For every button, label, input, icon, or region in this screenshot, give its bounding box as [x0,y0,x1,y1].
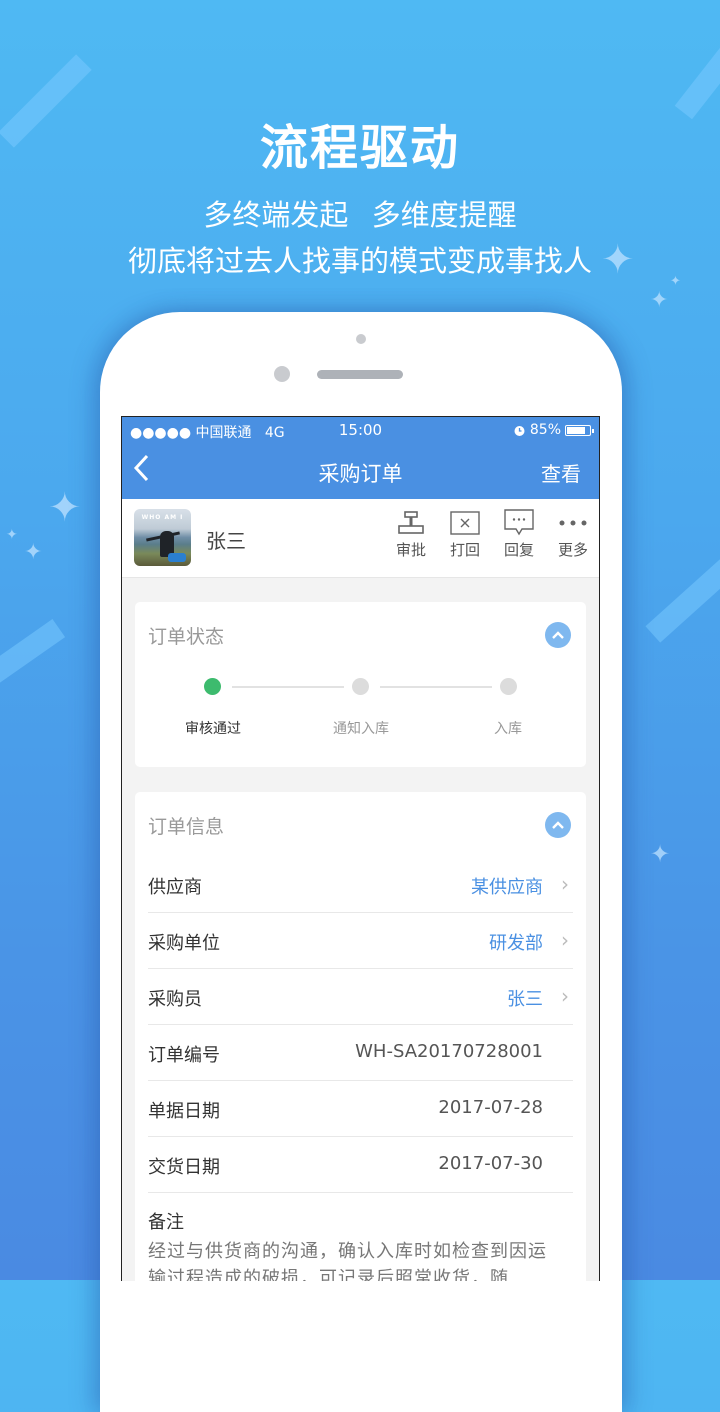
row-label: 采购单位 [148,933,220,954]
step-label: 审核通过 [185,721,241,737]
action-label: 审批 [395,541,426,559]
remark-text: 经过与供货商的沟通，确认入库时如检查到因运输过程造成的破损，可记录后照常收货，随 [148,1241,547,1281]
row-value: WH-SA20170728001 [355,1041,543,1062]
battery-fill [567,426,586,434]
comment-bubble-icon [504,509,534,536]
more-button[interactable]: 更多 [555,509,591,560]
step-connector [232,686,344,688]
step-dot [500,678,517,695]
step-label: 通知入库 [333,721,389,737]
hero-title: 流程驱动 [259,120,460,176]
stamp-icon [398,511,424,534]
sensor [274,366,290,382]
status-right: 85% [513,422,594,438]
avatar-art [168,553,186,562]
order-info-card: 订单信息 供应商 某供应商 › 采购单位 研发部 › 采购员 张三 › 订单编号… [135,792,586,1281]
chevron-right-icon: › [561,928,569,952]
order-number-row: 订单编号 WH-SA20170728001 [148,1024,573,1081]
document-date-row: 单据日期 2017-07-28 [148,1080,573,1137]
row-label: 单据日期 [148,1101,220,1122]
step-label: 入库 [494,721,522,737]
chevron-right-icon: › [561,872,569,896]
more-dots-icon [559,520,587,526]
chevron-up-icon [552,821,564,829]
row-value[interactable]: 张三 [507,985,543,1011]
decor-stripe [0,619,66,683]
phone-screen: ●●●●● 中国联通 4G 15:00 85% 采购订单 查看 WHO AM I… [121,416,600,1281]
row-label: 供应商 [148,877,202,898]
hero-section: 流程驱动 多终端发起 多维度提醒 彻底将过去人找事的模式变成事找人 [0,108,720,280]
status-bar: ●●●●● 中国联通 4G 15:00 85% [122,417,599,443]
user-name: 张三 [206,529,246,553]
chevron-right-icon: › [561,984,569,1008]
step-dot [204,678,221,695]
hero-subtitle: 多终端发起 多维度提醒 [203,198,517,232]
status-stepper: 审核通过 通知入库 入库 [135,678,586,738]
row-value[interactable]: 某供应商 [471,873,543,899]
row-label: 订单编号 [148,1045,220,1066]
decor-stripe [645,559,720,643]
row-label: 交货日期 [148,1157,220,1178]
avatar-caption: WHO AM I [141,514,184,521]
sparkle-icon: ✦ [650,840,671,868]
collapse-button[interactable] [545,812,571,838]
battery-percent: 85% [529,422,561,438]
delivery-date-row: 交货日期 2017-07-30 [148,1136,573,1193]
reply-button[interactable]: 回复 [501,509,537,560]
approve-button[interactable]: 审批 [393,509,429,560]
alarm-clock-icon [514,425,525,436]
row-value: 2017-07-30 [438,1153,543,1174]
reject-button[interactable]: 打回 [447,509,483,560]
sparkle-icon: ✦ [650,288,669,313]
hero-subtitle: 彻底将过去人找事的模式变成事找人 [127,244,592,278]
chevron-up-icon [552,631,564,639]
action-label: 更多 [557,541,588,559]
row-value: 2017-07-28 [438,1097,543,1118]
step-connector [380,686,492,688]
nav-bar: 采购订单 查看 [122,443,599,499]
card-title: 订单状态 [148,626,225,648]
row-value[interactable]: 研发部 [489,929,543,955]
card-title: 订单信息 [148,816,225,838]
earpiece-speaker [317,370,403,379]
row-label: 采购员 [148,989,202,1010]
user-bar: WHO AM I 张三 审批 打回 回复 更多 [122,499,599,578]
view-button[interactable]: 查看 [541,458,581,487]
sparkle-icon: ✦ [6,527,18,543]
page-title: 采购订单 [318,462,403,486]
department-row[interactable]: 采购单位 研发部 › [148,912,573,969]
order-status-card: 订单状态 审核通过 通知入库 入库 [135,602,586,767]
avatar[interactable]: WHO AM I [134,509,191,566]
supplier-row[interactable]: 供应商 某供应商 › [148,856,573,913]
reject-box-icon [450,511,480,535]
buyer-row[interactable]: 采购员 张三 › [148,968,573,1025]
step-dot [352,678,369,695]
sparkle-icon: ✦ [24,540,43,565]
remark-label: 备注 [148,1212,184,1233]
sparkle-icon: ✦ [48,485,82,531]
battery-icon [565,424,594,436]
collapse-button[interactable] [545,622,571,648]
front-camera [356,334,366,344]
action-label: 回复 [503,541,534,559]
action-toolbar: 审批 打回 回复 更多 [393,509,591,560]
action-label: 打回 [449,541,480,559]
